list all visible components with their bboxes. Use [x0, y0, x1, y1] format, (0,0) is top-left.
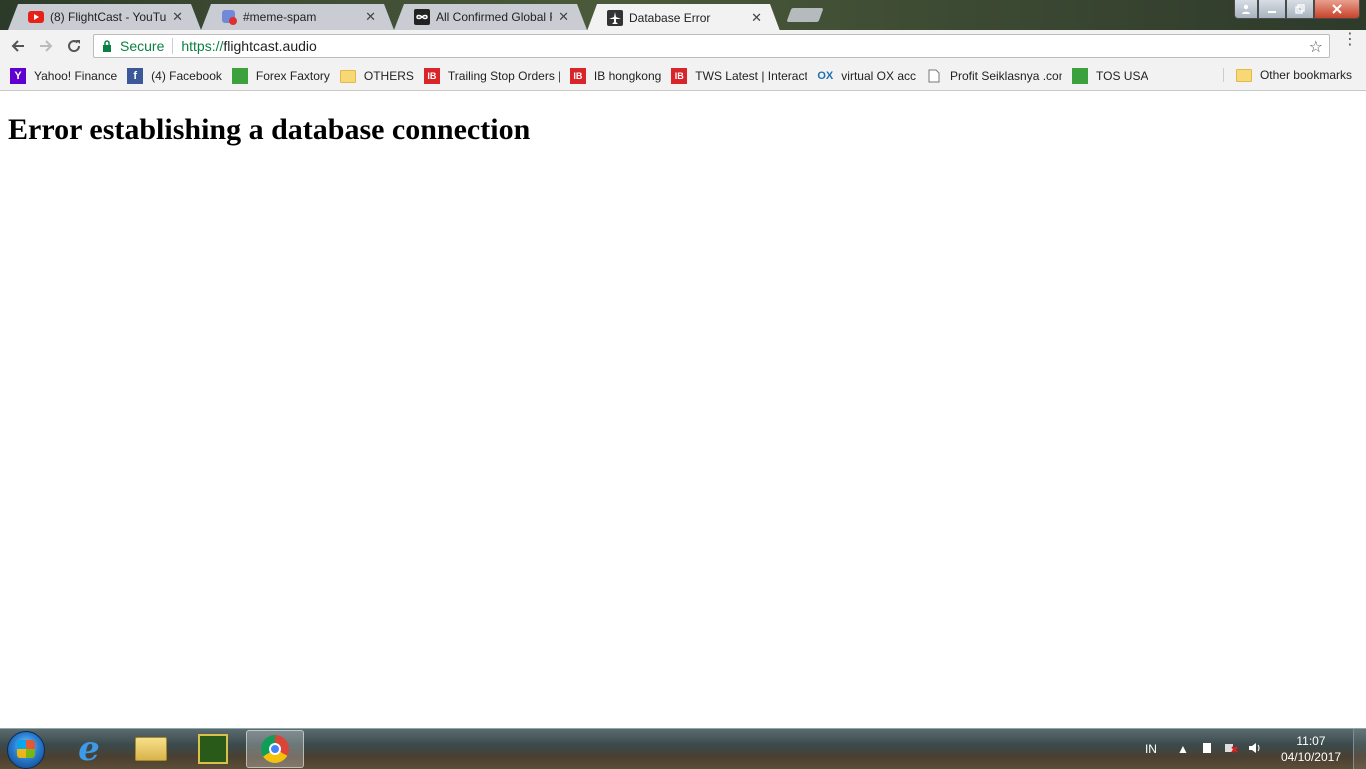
tab-meme-spam[interactable]: #meme-spam ✕: [201, 4, 394, 30]
windows-taskbar: e IN ▲ 11:07 04/10/2017: [0, 728, 1366, 769]
folder-icon: [1235, 68, 1252, 82]
page-icon: [926, 68, 942, 84]
facebook-icon: f: [127, 68, 144, 84]
tab-title: All Confirmed Global Fea: [436, 10, 547, 24]
folder-icon: [339, 68, 356, 84]
menu-dots-icon[interactable]: ⋮: [1342, 32, 1358, 48]
clock-date: 04/10/2017: [1280, 750, 1341, 764]
bookmark-yahoo-finance[interactable]: Y Yahoo! Finance: [10, 68, 117, 84]
tab-database-error[interactable]: Database Error ✕: [587, 4, 780, 30]
show-desktop-button[interactable]: [1353, 729, 1366, 769]
tab-close-icon[interactable]: ✕: [751, 10, 762, 26]
taskbar-internet-explorer[interactable]: e: [60, 729, 118, 769]
bookmark-ib-hongkong[interactable]: IB IB hongkong: [569, 68, 661, 84]
trading-app-icon: [198, 734, 228, 764]
show-hidden-icons-icon[interactable]: ▲: [1175, 742, 1191, 756]
infinity-icon: [414, 9, 430, 25]
bookmark-folder-others[interactable]: OTHERS: [339, 68, 414, 84]
bookmarks-bar: Y Yahoo! Finance f (4) Facebook Forex Fa…: [0, 62, 1366, 91]
bookmark-virtual-ox[interactable]: OX virtual OX acc: [817, 68, 916, 84]
bookmark-trailing-stop[interactable]: IB Trailing Stop Orders |: [423, 68, 560, 84]
taskbar-file-explorer[interactable]: [122, 730, 180, 768]
taskbar-chrome[interactable]: [246, 730, 304, 768]
clock-time: 11:07: [1296, 734, 1326, 748]
reload-icon: [68, 40, 81, 53]
taskbar-trading-app[interactable]: [184, 730, 242, 768]
tos-icon: [1072, 68, 1088, 84]
youtube-icon: [28, 9, 44, 25]
bookmark-tos-usa[interactable]: TOS USA: [1072, 68, 1148, 84]
yahoo-icon: Y: [10, 68, 26, 84]
arrow-left-icon: [11, 40, 24, 52]
secure-label: Secure: [120, 38, 165, 54]
start-button[interactable]: [7, 731, 45, 769]
arrow-right-icon: [40, 40, 53, 52]
minimize-button[interactable]: [1258, 0, 1286, 19]
system-tray: IN ▲ 11:07 04/10/2017: [1145, 729, 1366, 769]
profile-icon[interactable]: [1234, 0, 1258, 19]
network-disconnected-icon[interactable]: [1223, 742, 1239, 757]
forex-factory-icon: [231, 68, 248, 84]
ib-icon: IB: [569, 68, 586, 84]
tab-strip: (8) FlightCast - YouTube ✕ #meme-spam ✕ …: [0, 0, 1366, 30]
lock-icon: [102, 40, 112, 52]
ib-icon: IB: [423, 68, 440, 84]
discord-icon: [221, 9, 237, 25]
bookmark-other-bookmarks[interactable]: Other bookmarks: [1222, 68, 1352, 82]
reload-button[interactable]: [60, 32, 88, 60]
back-button[interactable]: [4, 32, 32, 60]
file-explorer-icon: [135, 737, 167, 761]
tab-title: #meme-spam: [243, 10, 317, 24]
volume-icon[interactable]: [1247, 742, 1263, 757]
tab-title: (8) FlightCast - YouTube: [50, 10, 167, 24]
browser-toolbar: Secure https://flightcast.audio ☆ ⋮: [0, 30, 1366, 62]
bookmark-star-icon[interactable]: ☆: [1309, 37, 1323, 57]
tab-close-icon[interactable]: ✕: [558, 9, 569, 25]
omnibox-divider: [172, 38, 174, 54]
restore-button[interactable]: [1286, 0, 1314, 19]
url-scheme: https://: [181, 38, 224, 54]
tab-title: Database Error: [629, 10, 711, 25]
device-icon[interactable]: [1199, 742, 1215, 757]
tab-close-icon[interactable]: ✕: [172, 9, 183, 25]
forward-button[interactable]: [32, 32, 60, 60]
language-indicator[interactable]: IN: [1145, 742, 1157, 756]
new-tab-button[interactable]: [786, 8, 824, 22]
bookmark-forex-faxtory[interactable]: Forex Faxtory: [231, 68, 330, 84]
tab-youtube[interactable]: (8) FlightCast - YouTube ✕: [8, 4, 201, 30]
bookmark-tws-latest[interactable]: IB TWS Latest | Interacti: [671, 68, 807, 84]
bookmark-profit-seiklasnya[interactable]: Profit Seiklasnya .com: [926, 68, 1062, 84]
ox-icon: OX: [817, 70, 834, 82]
url-host: flightcast.audio: [223, 38, 317, 54]
error-heading: Error establishing a database connection: [8, 113, 531, 146]
url-text[interactable]: https://flightcast.audio: [181, 38, 316, 54]
ib-icon: IB: [671, 68, 688, 84]
window-controls: [1234, 0, 1360, 19]
airplane-icon: [607, 10, 623, 26]
chrome-icon: [261, 735, 289, 763]
tab-close-icon[interactable]: ✕: [365, 9, 376, 25]
close-window-button[interactable]: [1314, 0, 1360, 19]
windows-logo-icon: [17, 740, 35, 758]
bookmark-facebook[interactable]: f (4) Facebook: [127, 68, 222, 84]
tab-global-features[interactable]: All Confirmed Global Fea ✕: [394, 4, 587, 30]
internet-explorer-icon: e: [78, 729, 100, 769]
address-bar[interactable]: Secure https://flightcast.audio ☆: [93, 34, 1330, 58]
page-content: Error establishing a database connection: [0, 91, 1366, 728]
clock[interactable]: 11:07 04/10/2017: [1281, 733, 1341, 765]
